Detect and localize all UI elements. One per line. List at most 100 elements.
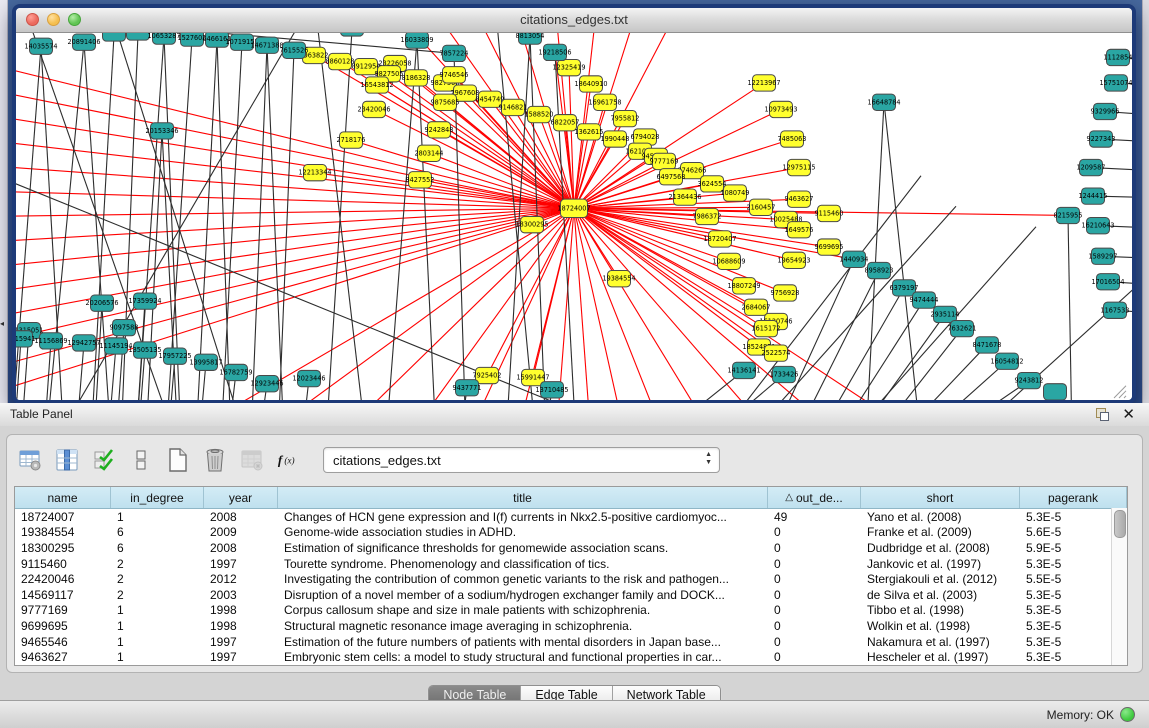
graph-node[interactable]: 6497568 [657, 169, 686, 185]
graph-node[interactable]: 9875685 [431, 94, 460, 110]
narrow-column-button[interactable] [128, 447, 154, 473]
graph-node[interactable]: 14035574 [24, 38, 57, 54]
graph-node[interactable]: 8860128 [326, 53, 355, 69]
graph-node[interactable]: 18300295 [515, 217, 548, 233]
graph-node[interactable]: 12023446 [292, 370, 325, 386]
graph-node[interactable]: 23420046 [357, 101, 390, 117]
graph-node[interactable]: 2684067 [742, 299, 771, 315]
graph-node[interactable]: 13995817 [189, 354, 222, 370]
graph-node[interactable]: 12213344 [298, 165, 331, 181]
graph-node[interactable] [1044, 384, 1067, 400]
graph-node[interactable]: 8471678 [973, 337, 1002, 353]
column-header-out_de[interactable]: △out_de... [768, 487, 861, 508]
column-header-year[interactable]: year [204, 487, 278, 508]
graph-node[interactable]: 16543812 [360, 77, 393, 93]
graph-node[interactable]: 2803144 [415, 145, 444, 161]
graph-node[interactable]: 1244415 [1079, 188, 1108, 204]
graph-node[interactable]: 1990448 [601, 131, 630, 147]
graph-node[interactable]: 10653287 [147, 33, 180, 44]
graph-node[interactable]: 1080749 [721, 185, 750, 201]
graph-node[interactable]: 13505135 [128, 342, 161, 358]
table-row[interactable]: 1872400712008Changes of HCN gene express… [15, 509, 1127, 525]
graph-node[interactable]: 7485063 [778, 131, 807, 147]
table-row[interactable]: 911546021997Tourette syndrome. Phenomeno… [15, 556, 1127, 572]
graph-node[interactable]: 8215955 [1054, 207, 1083, 223]
column-header-short[interactable]: short [861, 487, 1020, 508]
graph-node[interactable]: 1209587 [1077, 159, 1106, 175]
graph-node[interactable]: 8186328 [402, 70, 431, 86]
graph-node[interactable]: 7955812 [611, 110, 640, 126]
graph-node[interactable]: 8813054 [516, 33, 545, 44]
graph-node[interactable]: 11156869 [34, 333, 67, 349]
graph-node[interactable]: 21364436 [668, 189, 701, 205]
graph-node[interactable]: 15751074 [1099, 75, 1132, 91]
graph-node[interactable]: 14136141 [727, 362, 760, 378]
graph-node[interactable] [341, 33, 364, 36]
graph-node[interactable]: 7857224 [440, 45, 469, 61]
graph-node[interactable]: 12325419 [552, 60, 585, 76]
graph-node[interactable]: 1167533 [1101, 302, 1130, 318]
float-panel-icon[interactable] [1096, 408, 1109, 421]
graph-node[interactable]: 18807249 [727, 278, 760, 294]
graph-node[interactable]: 18724007 [557, 199, 590, 217]
graph-node[interactable]: 2160457 [747, 199, 776, 215]
table-row[interactable]: 2242004622012Investigating the contribut… [15, 571, 1127, 587]
graph-node[interactable]: 16648784 [867, 94, 900, 110]
graph-node[interactable]: 9746546 [440, 67, 469, 83]
table-row[interactable]: 946554611997Estimation of the future num… [15, 634, 1127, 650]
graph-node[interactable]: 20891406 [67, 34, 100, 50]
column-header-pagerank[interactable]: pagerank [1020, 487, 1127, 508]
table-settings-button[interactable] [17, 447, 43, 473]
show-column-button[interactable] [54, 447, 80, 473]
graph-node[interactable]: 14671388 [250, 37, 283, 53]
graph-node[interactable]: 18720407 [703, 231, 736, 247]
graph-node[interactable]: 16210643 [1081, 218, 1114, 234]
graph-node[interactable]: 19384554 [602, 271, 635, 287]
panel-collapse-arrow-icon[interactable]: ◂ [0, 320, 4, 328]
graph-node[interactable]: 9437771 [453, 380, 482, 396]
graph-node[interactable]: 1615172 [752, 320, 781, 336]
graph-node[interactable]: 9115460 [815, 205, 844, 221]
graph-node[interactable]: 9777169 [650, 153, 679, 169]
graph-node[interactable]: 17016504 [1091, 274, 1124, 290]
graph-node[interactable]: 20206576 [85, 295, 118, 311]
graph-node[interactable]: 16033809 [400, 33, 433, 48]
graph-node[interactable]: 18640910 [574, 76, 607, 92]
graph-node[interactable]: 16782759 [219, 364, 252, 380]
graph-node[interactable]: 16054812 [990, 353, 1023, 369]
graph-node[interactable]: 1112854 [1104, 49, 1132, 65]
graph-node[interactable]: 12923446 [250, 376, 283, 392]
graph-node[interactable]: 9242848 [425, 122, 454, 138]
graph-node[interactable]: 1649576 [785, 222, 814, 238]
trash-button[interactable] [202, 447, 228, 473]
function-builder-button[interactable]: f(x) [276, 447, 302, 473]
table-row[interactable]: 969969511998Structural magnetic resonanc… [15, 618, 1127, 634]
graph-node[interactable]: 12942757 [67, 335, 100, 351]
table-scrollbar[interactable] [1111, 508, 1127, 665]
graph-node[interactable]: 9243812 [1015, 372, 1044, 388]
close-panel-icon[interactable]: ✕ [1122, 405, 1135, 423]
graph-node[interactable]: 20153346 [145, 123, 178, 139]
column-header-in_degree[interactable]: in_degree [111, 487, 204, 508]
table-row[interactable]: 1830029562008Estimation of significance … [15, 540, 1127, 556]
delete-table-disabled-button[interactable] [239, 447, 265, 473]
graph-node[interactable]: 9227343 [1087, 131, 1116, 147]
graph-node[interactable]: 9756928 [771, 285, 800, 301]
graph-node[interactable]: 12213967 [747, 75, 780, 91]
graph-node[interactable]: 3915941 [16, 331, 35, 347]
network-window-titlebar[interactable]: citations_edges.txt [16, 8, 1132, 33]
network-canvas[interactable]: 1872400779638228860128891295423226058982… [16, 33, 1132, 400]
graph-node[interactable]: 10973493 [764, 101, 797, 117]
graph-node[interactable]: 9329966 [1091, 103, 1120, 119]
table-row[interactable]: 977716911998Corpus callosum shape and si… [15, 603, 1127, 619]
graph-node[interactable]: 7615526 [280, 42, 309, 58]
graph-node[interactable]: 9097588 [110, 319, 139, 335]
graph-node[interactable]: 9474444 [910, 292, 939, 308]
graph-node[interactable]: 8427552 [406, 172, 435, 188]
graph-node[interactable]: 19218506 [538, 44, 571, 60]
graph-node[interactable]: 17359924 [128, 293, 161, 309]
graph-node[interactable]: 7986372 [693, 208, 722, 224]
table-select-dropdown[interactable]: citations_edges.txt ▲▼ [323, 447, 720, 473]
table-row[interactable]: 1456911722003Disruption of a novel membe… [15, 587, 1127, 603]
graph-node[interactable]: 9699695 [815, 239, 844, 255]
